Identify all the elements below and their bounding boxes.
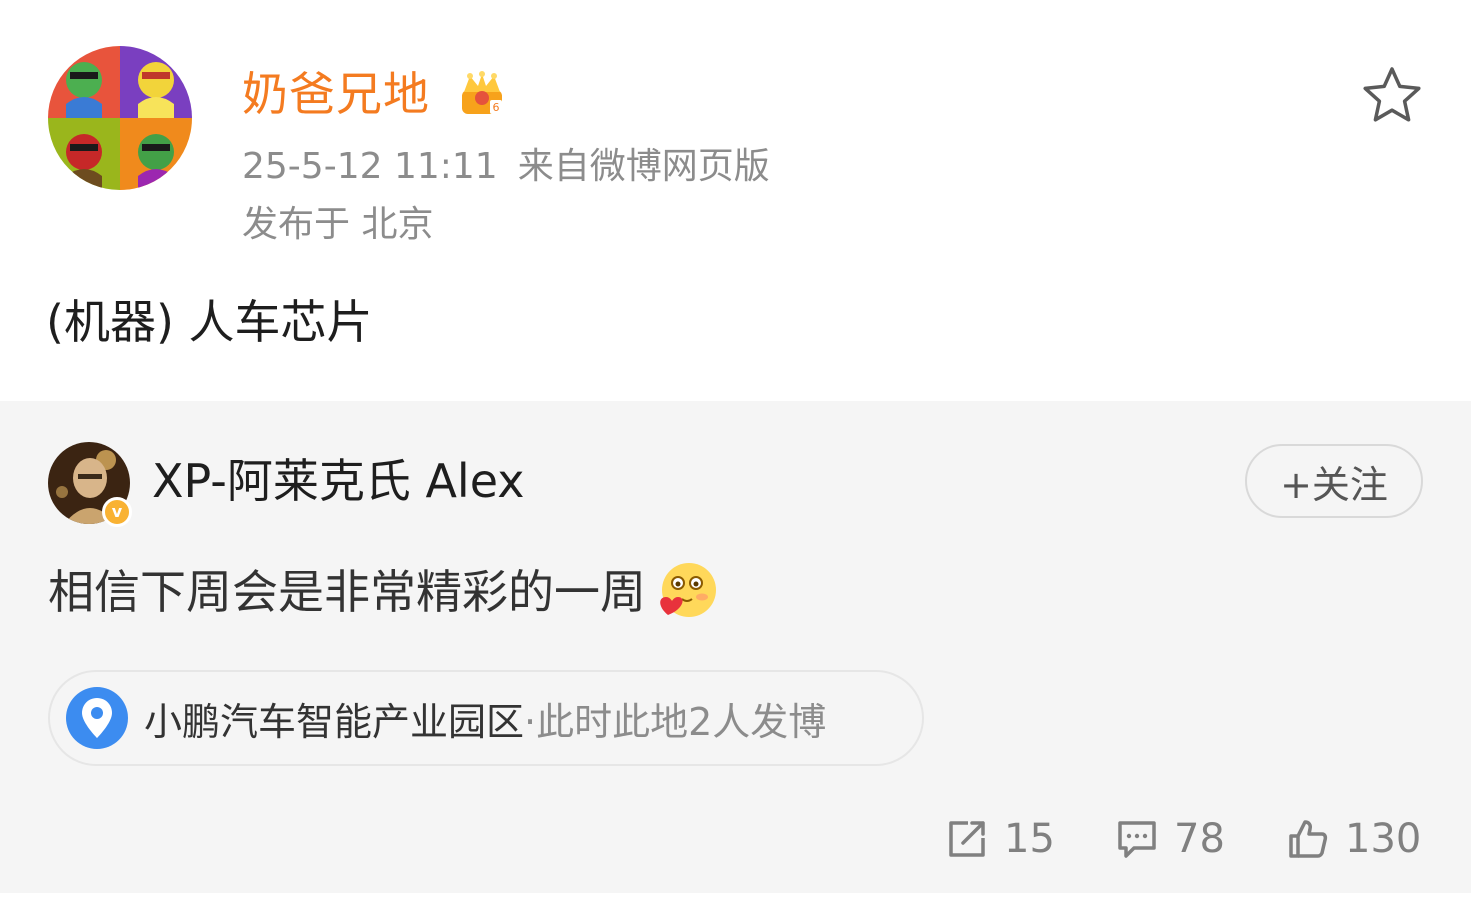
favorite-star-icon[interactable] — [1360, 64, 1424, 128]
like-count: 130 — [1345, 816, 1422, 862]
blush-heart-emoji-icon — [660, 563, 716, 617]
avatar[interactable] — [48, 46, 192, 190]
svg-text:6: 6 — [493, 101, 500, 114]
repost-card[interactable]: v XP-阿莱克氏 Alex +关注 相信下周会是非常精彩的一周 小鹏汽车智能产… — [0, 401, 1471, 893]
crown-member-icon[interactable]: 6 — [456, 68, 508, 120]
weibo-post-page: 奶爸兄地 6 25-5-12 11:11 来自微博网页版 发布于 北京 (机器) … — [0, 0, 1471, 898]
comment-count: 78 — [1174, 816, 1225, 862]
share-count: 15 — [1004, 816, 1055, 862]
post-text: (机器) 人车芯片 — [46, 295, 373, 349]
post-time[interactable]: 25-5-12 11:11 — [242, 146, 498, 187]
post-location: 发布于 北京 — [242, 204, 434, 245]
follow-button[interactable]: +关注 — [1245, 444, 1423, 518]
repost-username[interactable]: XP-阿莱克氏 Alex — [152, 451, 524, 511]
poi-location-link[interactable]: 小鹏汽车智能产业园区 ·此时此地2人发博 — [48, 670, 924, 766]
like-button[interactable]: 130 — [1287, 811, 1421, 867]
post-meta: 25-5-12 11:11 来自微博网页版 — [242, 144, 770, 190]
bottom-divider — [0, 893, 1471, 898]
verified-badge: v — [102, 497, 132, 527]
post-username[interactable]: 奶爸兄地 — [242, 64, 430, 124]
share-button[interactable]: 15 — [946, 811, 1055, 867]
post-card: 奶爸兄地 6 25-5-12 11:11 来自微博网页版 发布于 北京 (机器) … — [0, 0, 1471, 401]
repost-text-row: 相信下周会是非常精彩的一周 — [48, 559, 720, 625]
share-icon — [949, 821, 985, 857]
poi-subtitle: ·此时此地2人发博 — [524, 699, 827, 744]
pop-art-avatar-icon — [48, 46, 192, 190]
thumbs-up-icon — [1289, 820, 1328, 858]
comment-icon — [1118, 821, 1156, 858]
post-source: 来自微博网页版 — [517, 146, 770, 187]
repost-text: 相信下周会是非常精彩的一周 — [48, 565, 646, 619]
poi-name: 小鹏汽车智能产业园区 — [144, 699, 525, 744]
comment-button[interactable]: 78 — [1116, 811, 1225, 867]
location-pin-icon — [66, 687, 128, 749]
